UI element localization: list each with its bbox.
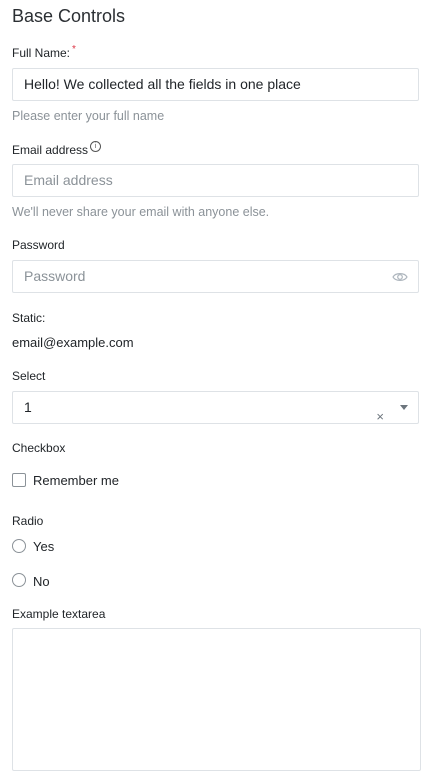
select-value: 1 [24, 399, 32, 415]
static-label: Static: [12, 311, 46, 325]
chevron-down-icon[interactable] [400, 405, 408, 410]
textarea-label: Example textarea [12, 607, 106, 621]
password-placeholder: Password [24, 268, 86, 284]
section-title: Base Controls [12, 6, 126, 26]
radio-yes[interactable] [12, 539, 26, 553]
email-input[interactable]: Email address [12, 164, 419, 197]
checkbox-label: Checkbox [12, 441, 66, 455]
remember-me-checkbox[interactable] [12, 473, 26, 487]
password-input[interactable]: Password [12, 260, 419, 293]
radio-no[interactable] [12, 573, 26, 587]
remember-me-label[interactable]: Remember me [33, 473, 119, 488]
radio-no-label[interactable]: No [33, 574, 50, 589]
full-name-input[interactable]: Hello! We collected all the fields in on… [12, 68, 419, 101]
select-label: Select [12, 369, 46, 383]
example-textarea[interactable] [12, 628, 421, 771]
full-name-label: Full Name: * [12, 44, 76, 60]
required-mark: * [72, 44, 76, 55]
full-name-label-text: Full Name: [12, 46, 71, 60]
password-label: Password [12, 238, 65, 252]
select-control[interactable]: 1 × [12, 391, 419, 424]
full-name-help: Please enter your full name [12, 109, 165, 123]
radio-label: Radio [12, 514, 44, 528]
radio-yes-label[interactable]: Yes [33, 539, 54, 554]
email-help: We'll never share your email with anyone… [12, 205, 270, 219]
info-icon[interactable]: i [90, 141, 102, 152]
static-value: email@example.com [12, 335, 134, 350]
eye-icon[interactable] [392, 269, 408, 285]
clear-icon[interactable]: × [376, 401, 384, 432]
email-label-text: Email address [12, 143, 89, 157]
email-label: Email address i [12, 141, 102, 158]
